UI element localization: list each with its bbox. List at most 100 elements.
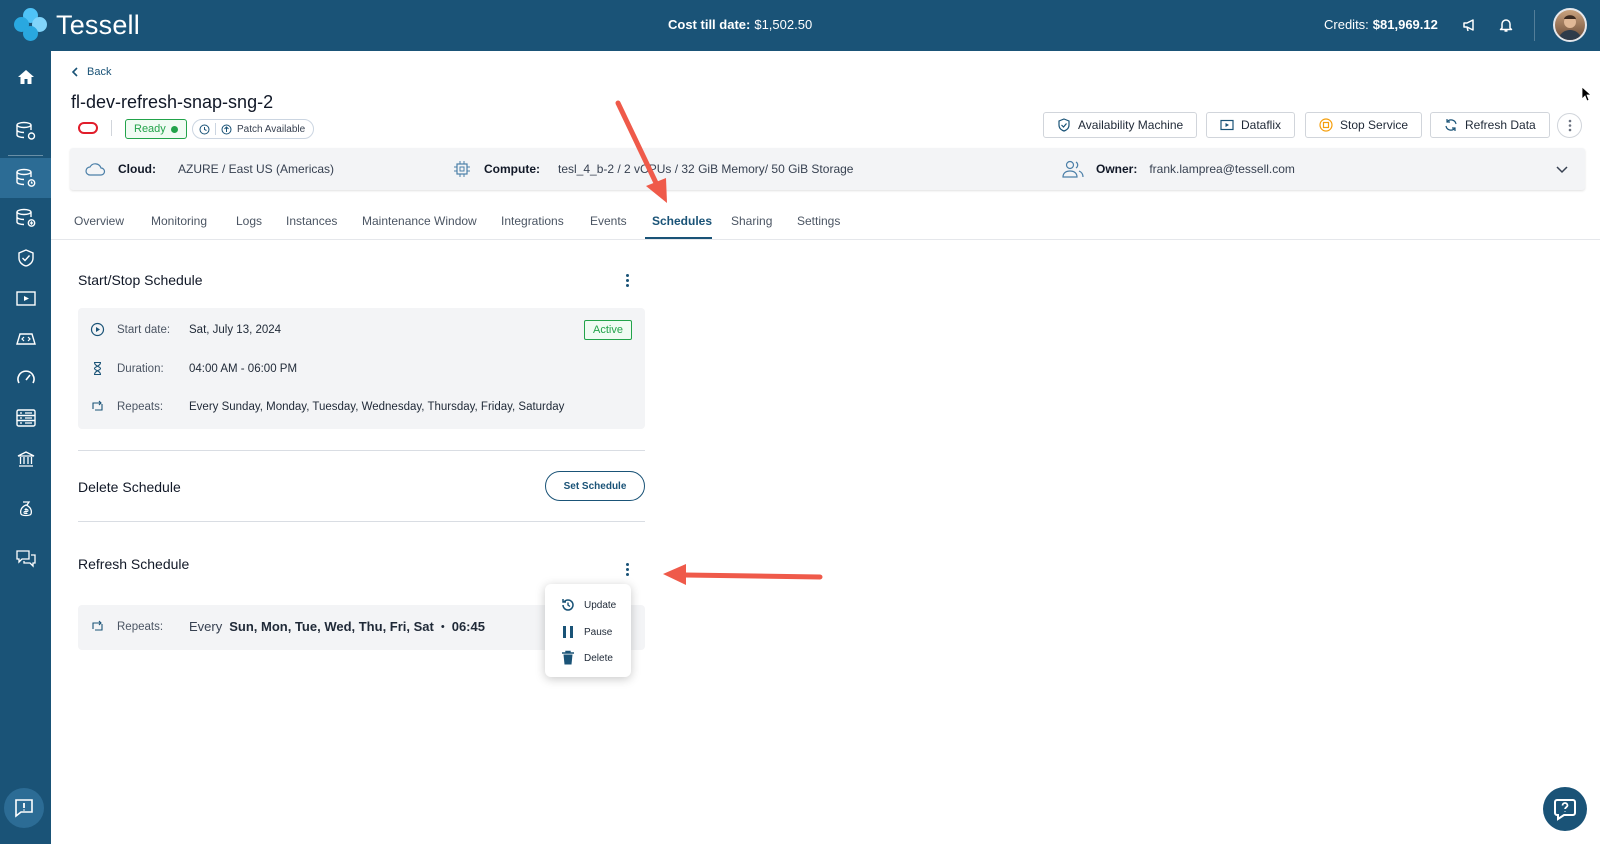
speedometer-icon bbox=[16, 370, 35, 384]
availability-machine-button[interactable]: Availability Machine bbox=[1043, 112, 1198, 138]
section-divider bbox=[78, 521, 645, 522]
database-settings-icon bbox=[15, 121, 35, 140]
set-schedule-button[interactable]: Set Schedule bbox=[545, 471, 645, 501]
app-name: Tessell bbox=[56, 9, 140, 40]
bell-icon[interactable] bbox=[1495, 14, 1517, 36]
sidebar-item-performance[interactable] bbox=[0, 358, 51, 398]
compute-value: tesl_4_b-2 / 2 vCPUs / 32 GiB Memory/ 50… bbox=[558, 162, 854, 176]
feedback-button[interactable] bbox=[4, 788, 44, 828]
billing-icon bbox=[19, 501, 32, 517]
clock-icon bbox=[199, 124, 210, 134]
start-date-row: Start date: Sat, July 13, 2024 bbox=[90, 322, 281, 337]
cpu-icon bbox=[454, 161, 470, 177]
cost-till-date: Cost till date: $1,502.50 bbox=[668, 17, 812, 32]
patch-label: Patch Available bbox=[237, 123, 306, 135]
tab-integrations[interactable]: Integrations bbox=[501, 214, 564, 228]
refresh-schedule-menu-button[interactable] bbox=[626, 563, 629, 576]
tab-overview[interactable]: Overview bbox=[74, 214, 124, 228]
credits-value: $81,969.12 bbox=[1372, 17, 1438, 32]
refresh-data-button[interactable]: Refresh Data bbox=[1430, 112, 1550, 138]
sidebar-item-database-add[interactable] bbox=[0, 198, 51, 238]
sidebar-item-database-services[interactable] bbox=[0, 158, 51, 198]
tessell-logo[interactable]: Tessell bbox=[14, 8, 140, 42]
refresh-schedule-menu: Update Pause Delete bbox=[545, 584, 631, 677]
compute-info: Compute: tesl_4_b-2 / 2 vCPUs / 32 GiB Me… bbox=[452, 148, 853, 190]
sidebar-divider bbox=[8, 155, 43, 156]
more-vertical-icon bbox=[1568, 119, 1571, 132]
more-options-button[interactable] bbox=[1557, 113, 1582, 138]
oracle-icon bbox=[78, 122, 98, 134]
play-circle-icon bbox=[90, 322, 105, 337]
server-icon bbox=[15, 409, 36, 427]
home-icon bbox=[17, 70, 34, 84]
tab-maintenance-window[interactable]: Maintenance Window bbox=[362, 214, 477, 228]
delete-schedule-title: Delete Schedule bbox=[78, 479, 181, 495]
start-stop-schedule-title: Start/Stop Schedule bbox=[78, 272, 203, 288]
page-title: fl-dev-refresh-snap-sng-2 bbox=[71, 92, 274, 112]
patch-available-badge[interactable]: Patch Available bbox=[192, 119, 315, 139]
status-badge: Ready bbox=[125, 119, 187, 139]
refresh-repeats-row: Repeats: Every Sun, Mon, Tue, Wed, Thu, … bbox=[90, 619, 485, 634]
repeat-icon bbox=[92, 400, 103, 411]
sidebar-item-database-settings[interactable] bbox=[0, 111, 51, 151]
patch-separator bbox=[215, 123, 216, 135]
repeat-icon bbox=[92, 620, 103, 631]
message-alert-icon bbox=[15, 799, 33, 818]
menu-item-delete-label: Delete bbox=[584, 652, 613, 664]
menu-item-pause[interactable]: Pause bbox=[560, 624, 612, 640]
users-icon bbox=[1062, 160, 1084, 178]
credits: Credits: $81,969.12 bbox=[1324, 17, 1438, 32]
user-avatar[interactable] bbox=[1553, 8, 1587, 42]
back-label: Back bbox=[87, 66, 112, 78]
sidebar-item-code[interactable] bbox=[0, 318, 51, 358]
start-date-label: Start date: bbox=[117, 323, 171, 336]
shield-check-icon bbox=[17, 249, 34, 267]
repeats-label: Repeats: bbox=[117, 400, 164, 413]
chevron-left-icon bbox=[71, 67, 78, 77]
start-stop-schedule-card: Start date: Sat, July 13, 2024 Active Du… bbox=[78, 308, 645, 429]
compute-label: Compute: bbox=[484, 162, 540, 176]
cost-label: Cost till date: bbox=[668, 17, 751, 32]
tab-monitoring[interactable]: Monitoring bbox=[151, 214, 207, 228]
code-icon bbox=[15, 333, 36, 345]
refresh-time-value: 06:45 bbox=[451, 619, 485, 634]
dataflix-button[interactable]: Dataflix bbox=[1206, 112, 1296, 138]
sidebar-item-governance[interactable] bbox=[0, 439, 51, 479]
schedule-status-badge: Active bbox=[584, 320, 632, 340]
sidebar-item-dataflix[interactable] bbox=[0, 278, 51, 318]
tab-logs[interactable]: Logs bbox=[236, 214, 262, 228]
help-button[interactable] bbox=[1543, 787, 1587, 831]
tab-settings[interactable]: Settings bbox=[797, 214, 840, 228]
sidebar-item-servers[interactable] bbox=[0, 398, 51, 438]
tab-events[interactable]: Events bbox=[590, 214, 627, 228]
back-link[interactable]: Back bbox=[71, 66, 111, 78]
cloud-label: Cloud: bbox=[118, 162, 156, 176]
cloud-value: AZURE / East US (Americas) bbox=[178, 162, 335, 176]
active-tab-indicator bbox=[645, 237, 712, 239]
menu-item-update[interactable]: Update bbox=[560, 597, 616, 613]
tab-instances[interactable]: Instances bbox=[286, 214, 337, 228]
mouse-cursor-icon bbox=[1581, 86, 1591, 102]
stop-service-button[interactable]: Stop Service bbox=[1305, 112, 1423, 138]
sidebar bbox=[0, 51, 51, 844]
database-services-icon bbox=[15, 168, 35, 187]
refresh-schedule-title: Refresh Schedule bbox=[78, 556, 190, 572]
owner-value: frank.lamprea@tessell.com bbox=[1149, 162, 1295, 176]
pause-icon bbox=[563, 626, 573, 638]
sidebar-item-home[interactable] bbox=[0, 57, 51, 97]
hourglass-icon bbox=[93, 361, 102, 376]
database-add-icon bbox=[15, 208, 35, 227]
sidebar-item-chat[interactable] bbox=[0, 538, 51, 578]
sidebar-item-protection[interactable] bbox=[0, 238, 51, 278]
start-date-value: Sat, July 13, 2024 bbox=[189, 323, 282, 336]
sidebar-item-billing[interactable] bbox=[0, 489, 51, 529]
tab-schedules[interactable]: Schedules bbox=[652, 214, 712, 228]
start-stop-menu-button[interactable] bbox=[626, 274, 629, 287]
menu-item-update-label: Update bbox=[584, 599, 617, 611]
chevron-down-icon[interactable] bbox=[1555, 160, 1569, 178]
arrow-up-circle-icon bbox=[221, 124, 232, 134]
menu-item-delete[interactable]: Delete bbox=[560, 650, 613, 666]
service-info-bar: Cloud: AZURE / East US (Americas) Compute… bbox=[70, 148, 1585, 190]
tab-sharing[interactable]: Sharing bbox=[731, 214, 772, 228]
megaphone-icon[interactable] bbox=[1459, 14, 1481, 36]
